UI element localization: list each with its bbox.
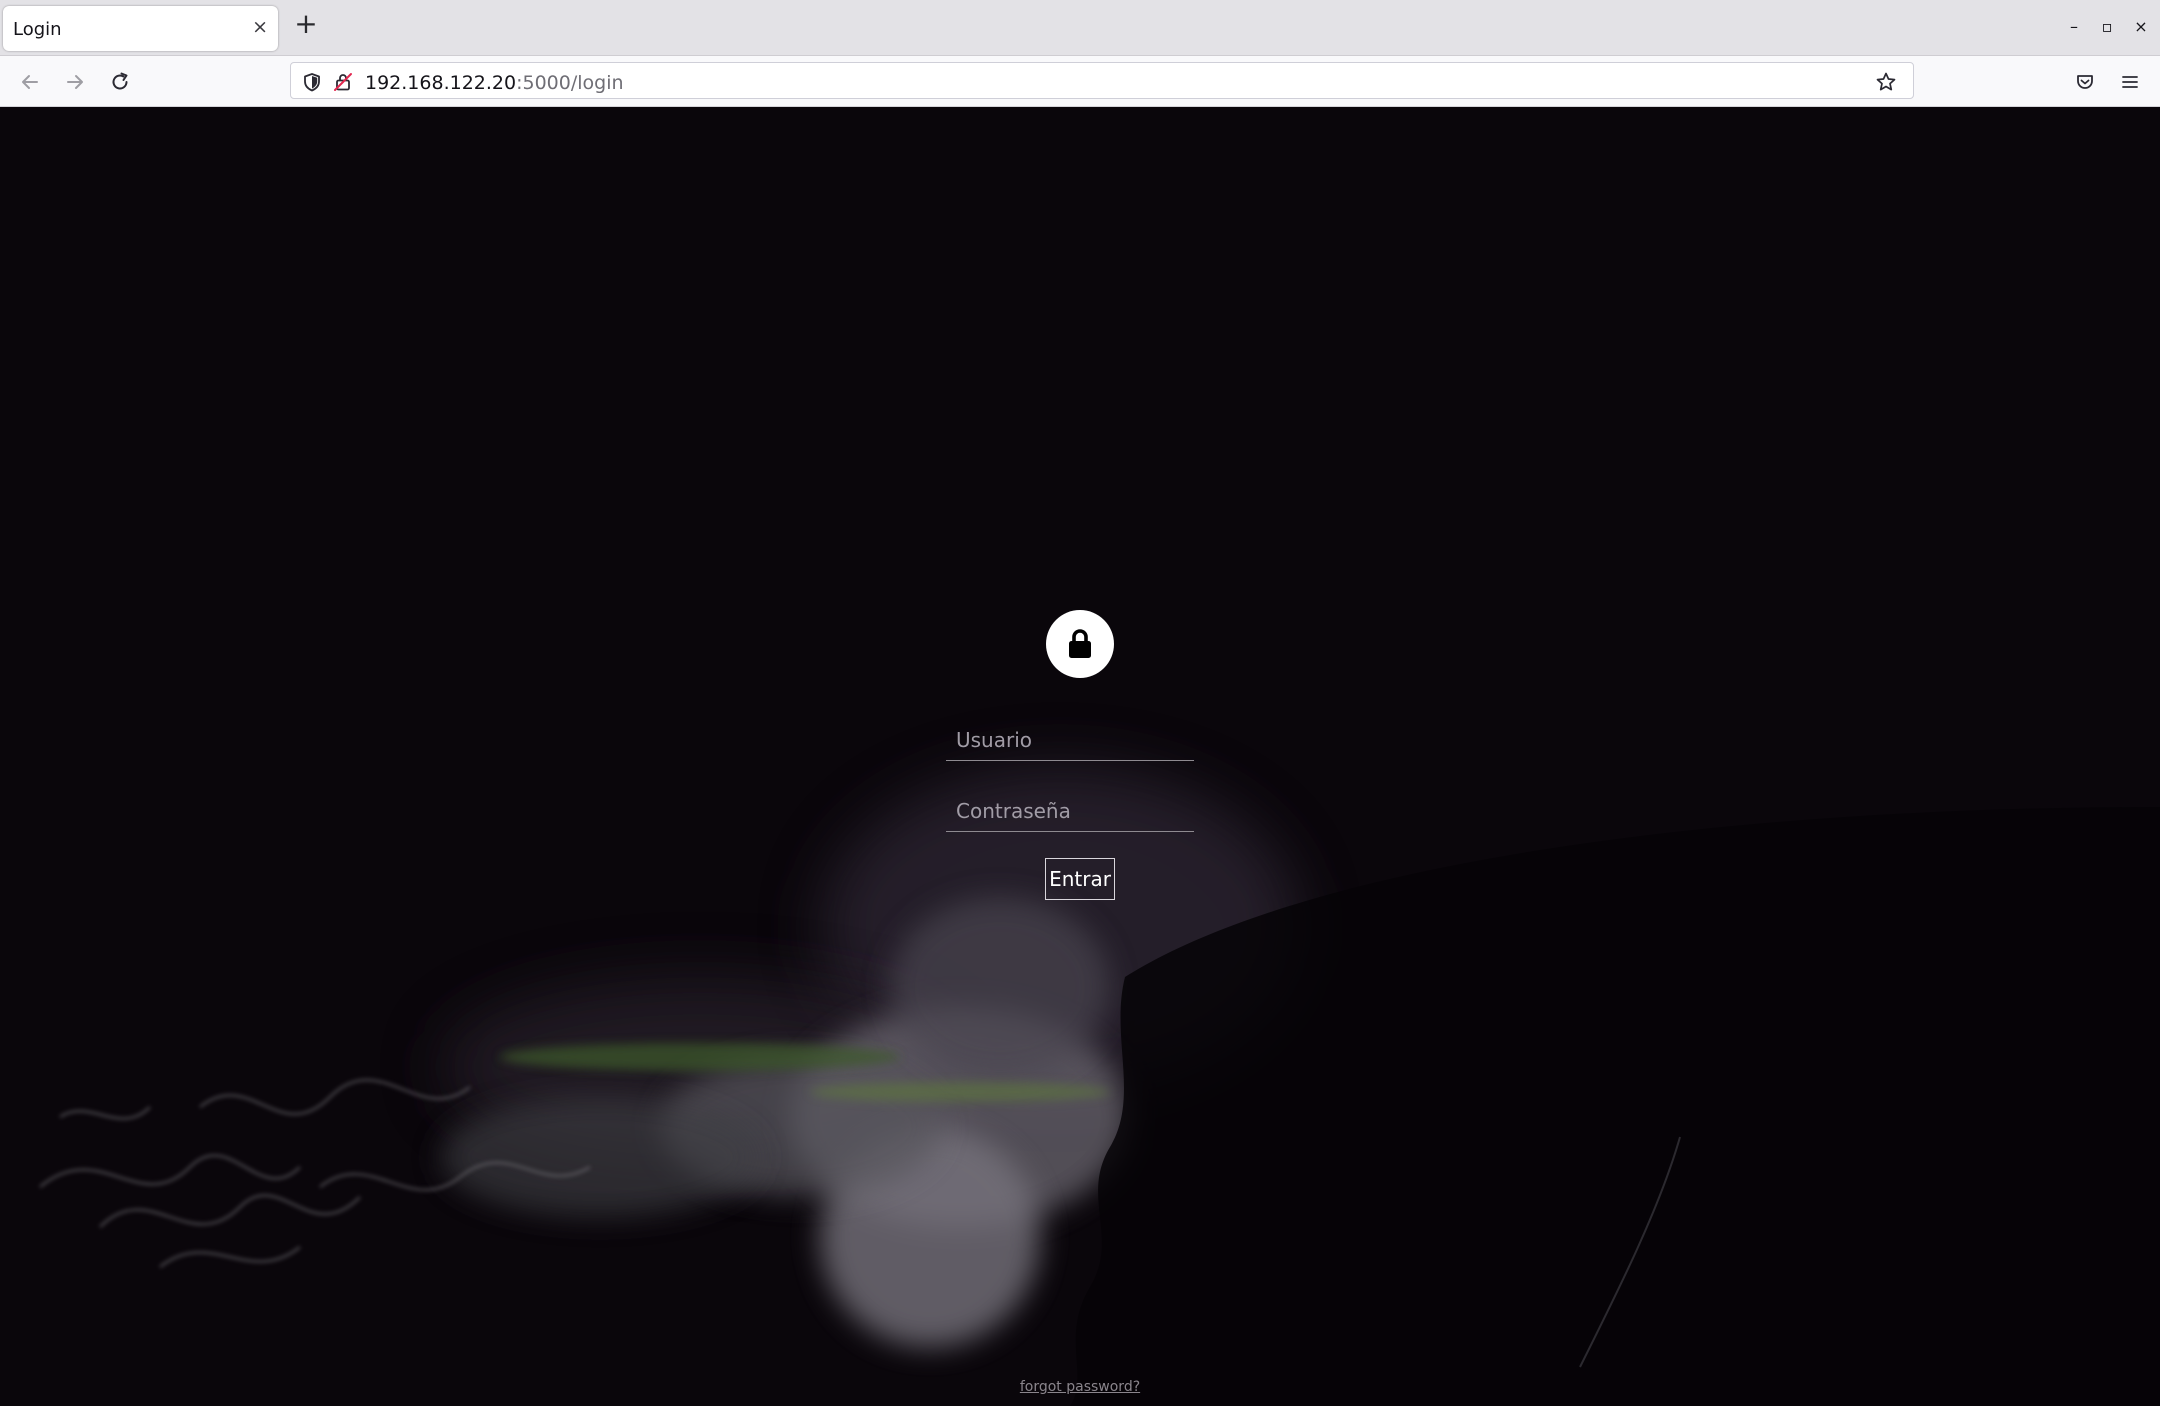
hamburger-menu-icon	[2122, 76, 2138, 88]
url-text[interactable]: 192.168.122.20:5000/login	[365, 72, 624, 94]
url-bar[interactable]: 192.168.122.20:5000/login	[290, 62, 1914, 99]
forward-arrow-icon	[67, 75, 83, 89]
username-input[interactable]	[946, 719, 1194, 761]
tab-close-icon[interactable]: ×	[252, 17, 268, 37]
lock-icon	[1069, 629, 1091, 658]
back-arrow-icon	[22, 75, 38, 89]
pocket-icon	[2077, 75, 2093, 89]
tab-title: Login	[13, 19, 62, 40]
url-path: :5000/login	[516, 72, 624, 94]
new-tab-button[interactable]: +	[294, 10, 318, 38]
shield-icon[interactable]	[301, 71, 323, 93]
star-bookmark-icon[interactable]	[1875, 71, 1897, 93]
close-window-button[interactable]: ×	[2133, 19, 2149, 35]
nav-toolbar: 192.168.122.20:5000/login	[0, 56, 2160, 107]
insecure-lock-icon[interactable]	[332, 71, 354, 93]
tab-strip: Login × + – ▫ ×	[0, 0, 2160, 56]
forward-button[interactable]	[60, 67, 90, 97]
forgot-password-link[interactable]: forgot password?	[0, 1379, 2160, 1395]
back-button[interactable]	[15, 67, 45, 97]
password-input[interactable]	[946, 790, 1194, 832]
maximize-button[interactable]: ▫	[2099, 19, 2115, 35]
reload-button[interactable]	[105, 67, 135, 97]
tab-login[interactable]: Login ×	[3, 6, 278, 51]
login-submit-button[interactable]: Entrar	[1045, 858, 1115, 900]
lock-badge	[1046, 610, 1114, 678]
pocket-button[interactable]	[2070, 67, 2100, 97]
minimize-button[interactable]: –	[2066, 19, 2082, 35]
app-menu-button[interactable]	[2115, 67, 2145, 97]
reload-icon	[112, 72, 128, 90]
login-page: Entrar forgot password?	[0, 107, 2160, 1406]
url-host: 192.168.122.20	[365, 72, 517, 94]
